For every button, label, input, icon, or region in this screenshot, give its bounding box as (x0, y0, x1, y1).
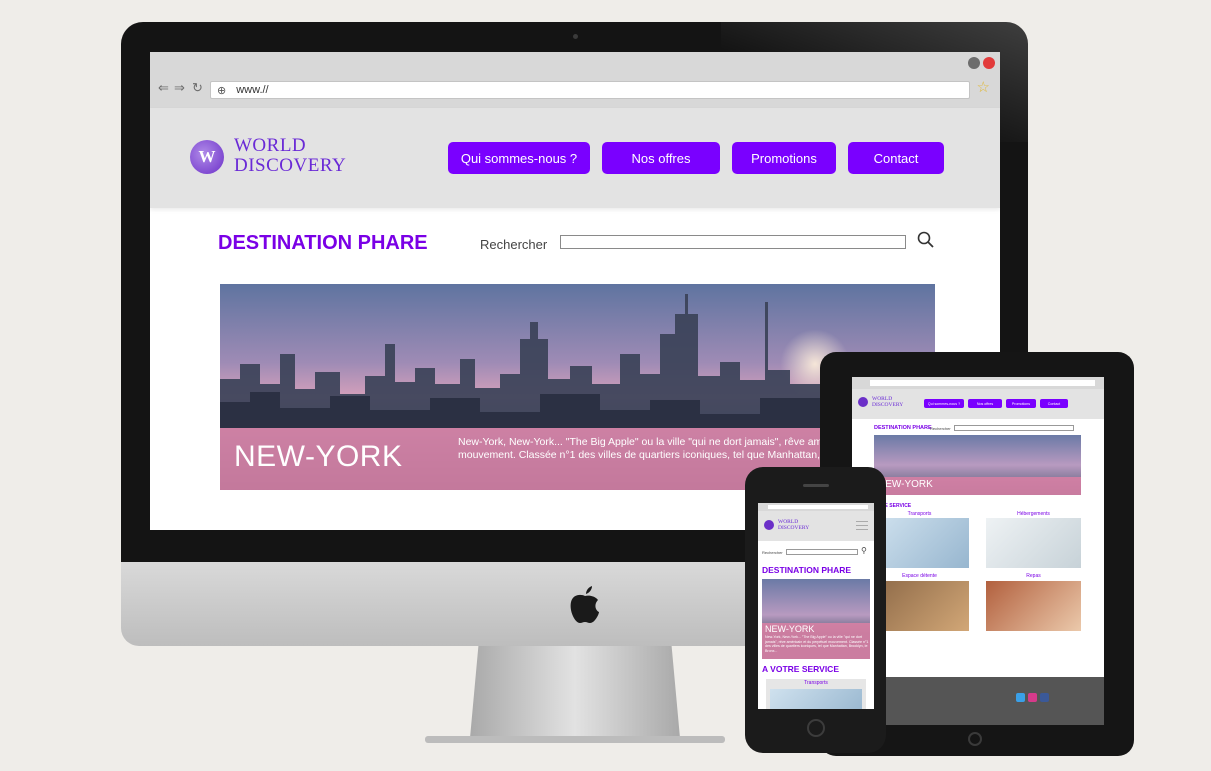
tablet-service-repas-image[interactable] (986, 581, 1081, 631)
close-button[interactable] (983, 57, 995, 69)
search-icon[interactable] (916, 230, 936, 250)
tablet-logo-line-2: DISCOVERY (872, 402, 904, 408)
minimize-button[interactable] (968, 57, 980, 69)
tablet-hero-city: NEW-YORK (878, 479, 933, 490)
imac-stand (470, 646, 680, 738)
tablet-menu-promotions[interactable]: Promotions (1006, 399, 1036, 408)
tablet-section-title: DESTINATION PHARE (874, 425, 932, 431)
imac-camera (573, 34, 578, 39)
phone-address-bar[interactable] (768, 505, 868, 509)
tablet-logo-icon[interactable] (858, 397, 868, 407)
tablet-search-input[interactable] (954, 425, 1074, 431)
tablet-menu-about[interactable]: Qui sommes-nous ? (924, 399, 964, 408)
phone-logo-text[interactable]: WORLD DISCOVERY (778, 519, 809, 531)
imac-foot (425, 736, 725, 743)
hero-city-name: NEW-YORK (234, 440, 403, 473)
phone-device: WORLD DISCOVERY Rechercher ⚲ DESTINATION… (745, 467, 886, 753)
phone-service-title: A VOTRE SERVICE (762, 664, 839, 674)
tablet-service-repas[interactable]: Repas (986, 573, 1081, 579)
logo-line-1: WORLD (234, 135, 307, 156)
site-header: W WORLD DISCOVERY Qui sommes-nous ? Nos … (150, 108, 1000, 208)
tablet-service-detente-image[interactable] (874, 581, 969, 631)
tablet-service-hebergements[interactable]: Hébergements (986, 511, 1081, 517)
phone-search-input[interactable] (786, 549, 858, 555)
tablet-service-detente[interactable]: Espace détente (872, 573, 967, 579)
phone-speaker (803, 484, 829, 487)
forward-arrow-icon[interactable]: ⇒ (174, 80, 185, 96)
phone-hero-city: NEW-YORK (765, 624, 815, 634)
tablet-service-hebergements-image[interactable] (986, 518, 1081, 568)
phone-search-icon[interactable]: ⚲ (861, 546, 867, 555)
star-icon[interactable]: ☆ (977, 78, 990, 96)
phone-section-title: DESTINATION PHARE (762, 565, 852, 575)
menu-button-contact[interactable]: Contact (848, 142, 944, 174)
phone-service-transports-image (770, 689, 862, 709)
phone-service-card[interactable]: Transports (766, 679, 866, 709)
globe-icon: ⊕ (217, 84, 227, 97)
phone-home-button[interactable] (807, 719, 825, 737)
hamburger-menu-icon[interactable] (856, 521, 868, 530)
menu-button-promotions[interactable]: Promotions (732, 142, 836, 174)
main-menu: Qui sommes-nous ? Nos offres Promotions … (448, 142, 944, 174)
tablet-home-button[interactable] (968, 732, 982, 746)
address-bar[interactable]: ⊕ www.// (210, 81, 970, 99)
menu-button-about[interactable]: Qui sommes-nous ? (448, 142, 590, 174)
tablet-menu-contact[interactable]: Contact (1040, 399, 1068, 408)
tablet-screen: WORLD DISCOVERY Qui sommes-nous ? Nos of… (852, 377, 1104, 725)
phone-site-header: WORLD DISCOVERY (758, 511, 874, 541)
phone-logo-line-2: DISCOVERY (778, 525, 810, 531)
tablet-hero-banner[interactable]: NEW-YORK (874, 435, 1081, 495)
browser-chrome: ⇐ ⇒ ↻ ⊕ www.// ☆ (150, 52, 1000, 108)
phone-search-label: Rechercher (762, 550, 783, 555)
apple-logo (570, 586, 599, 623)
tablet-menu: Qui sommes-nous ? Nos offres Promotions … (924, 399, 1068, 408)
section-title: DESTINATION PHARE (218, 232, 428, 254)
search-input[interactable] (560, 235, 906, 249)
logo-line-2: DISCOVERY (234, 155, 347, 176)
phone-logo-icon[interactable] (764, 520, 774, 530)
menu-button-offers[interactable]: Nos offres (602, 142, 720, 174)
tablet-menu-offers[interactable]: Nos offres (968, 399, 1002, 408)
url-text: www.// (236, 84, 269, 96)
tablet-footer (852, 677, 1104, 725)
logo-icon[interactable]: W (190, 140, 224, 174)
back-arrow-icon[interactable]: ⇐ (158, 80, 169, 96)
tablet-logo-text[interactable]: WORLD DISCOVERY (872, 396, 903, 408)
phone-hero-banner[interactable]: NEW-YORK New-York, New-York... "The Big … (762, 579, 870, 659)
phone-hero-description: New-York, New-York... "The Big Apple" ou… (765, 635, 869, 653)
tablet-service-transports[interactable]: Transports (872, 511, 967, 517)
tablet-service-transports-image[interactable] (874, 518, 969, 568)
tablet-address-bar[interactable] (870, 380, 1095, 386)
facebook-icon[interactable] (1040, 693, 1049, 702)
phone-service-transports: Transports (804, 680, 828, 686)
tablet-site-header: WORLD DISCOVERY Qui sommes-nous ? Nos of… (852, 389, 1104, 419)
search-label: Rechercher (480, 237, 548, 252)
logo-text[interactable]: WORLD DISCOVERY (234, 136, 346, 176)
phone-screen: WORLD DISCOVERY Rechercher ⚲ DESTINATION… (758, 503, 874, 709)
instagram-icon[interactable] (1028, 693, 1037, 702)
reload-icon[interactable]: ↻ (192, 80, 203, 96)
twitter-icon[interactable] (1016, 693, 1025, 702)
tablet-search-label: Rechercher (930, 426, 951, 431)
